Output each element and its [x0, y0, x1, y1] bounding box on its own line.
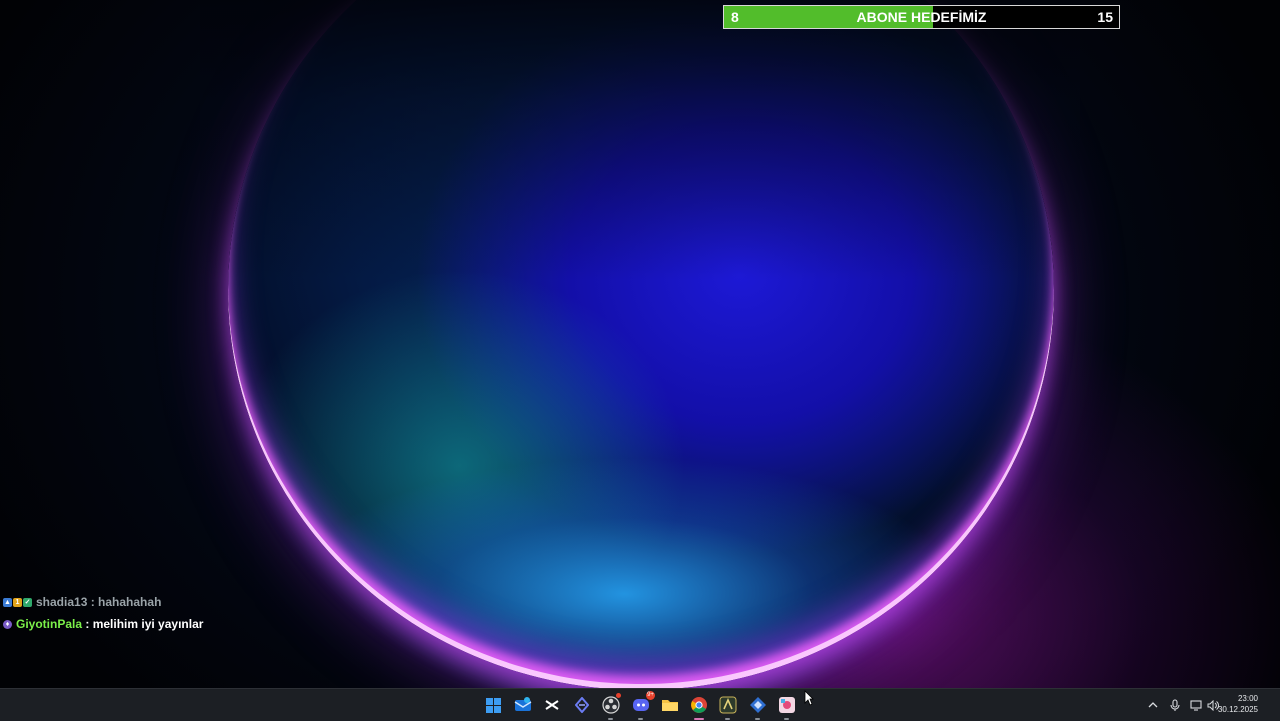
subscriber-icon: ♦ [3, 619, 12, 629]
display-icon[interactable] [1190, 689, 1202, 721]
mouse-cursor-icon [804, 690, 814, 711]
partner-icon: ✓ [23, 597, 32, 607]
chat-text: melihim iyi yayınlar [92, 617, 204, 631]
desktop-wallpaper [0, 0, 1280, 688]
chat-separator: : [87, 595, 99, 609]
chat-message: ▲ 1 ✓ shadia13 : hahahahah [3, 594, 203, 610]
start-button-icon[interactable] [482, 694, 504, 716]
chat-separator: : [82, 617, 93, 631]
chat-text: hahahahah [98, 595, 162, 609]
clock-time: 23:00 [1237, 694, 1258, 703]
stream-app-icon[interactable] [776, 694, 798, 720]
wallpaper-shadow [200, 0, 1080, 280]
file-explorer-icon[interactable] [659, 694, 681, 716]
chrome-icon[interactable] [688, 694, 710, 720]
sidequest-icon[interactable] [571, 694, 593, 716]
subscriber-goal-widget: ABONE HEDEFİMİZ 8 15 [723, 5, 1120, 29]
streamlabs-icon[interactable] [717, 694, 739, 720]
broadcaster-icon: ▲ [3, 597, 12, 607]
chat-username: shadia13 [36, 595, 88, 609]
chat-username: GiyotinPala [16, 617, 83, 631]
capcut-icon[interactable] [541, 694, 563, 716]
taskbar-clock[interactable]: 23:00 30.12.2025 [1218, 693, 1258, 715]
mail-app-icon[interactable] [512, 694, 534, 716]
goal-current-count: 8 [731, 9, 739, 25]
taskbar: 9+ 23:00 30.12.2025 [0, 688, 1280, 721]
goal-target-count: 15 [1097, 9, 1113, 25]
founder-icon: 1 [13, 597, 22, 607]
chat-message: ♦ GiyotinPala : melihim iyi yayınlar [3, 616, 203, 632]
microphone-icon[interactable] [1170, 689, 1180, 721]
discord-icon[interactable]: 9+ [630, 691, 655, 720]
notification-dot [616, 693, 621, 698]
discord-notification-badge: 9+ [646, 691, 655, 700]
goal-title: ABONE HEDEFİMİZ [856, 9, 987, 25]
obs-studio-icon[interactable] [600, 693, 622, 720]
chat-overlay: ▲ 1 ✓ shadia13 : hahahahah ♦ GiyotinPala… [3, 594, 203, 638]
clock-date: 30.12.2025 [1217, 705, 1258, 714]
network-app-icon[interactable] [747, 694, 769, 720]
tray-chevron-up-icon[interactable] [1148, 689, 1158, 721]
